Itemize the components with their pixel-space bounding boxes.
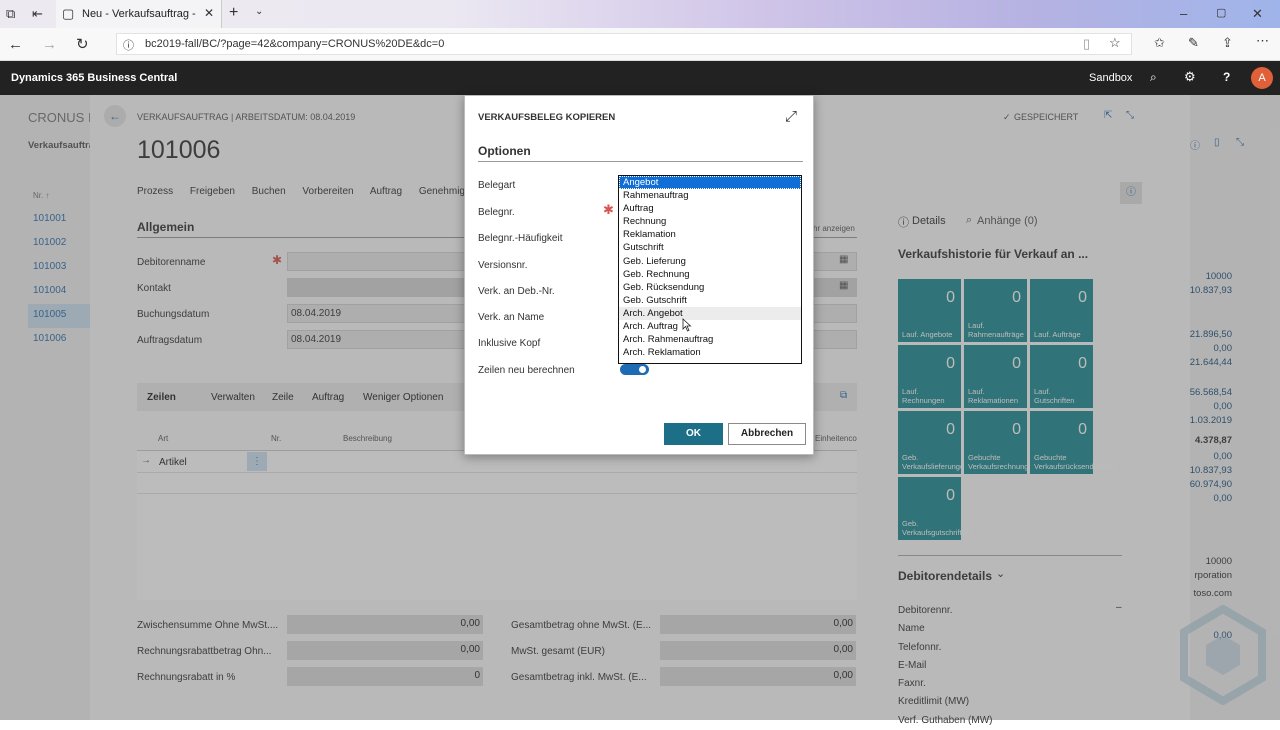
option-arch-auftrag[interactable]: Arch. Auftrag — [619, 320, 801, 333]
url-field[interactable]: ⓘ bc2019-fall/BC/?page=42&company=CRONUS… — [116, 33, 1132, 55]
minimize-icon[interactable]: – — [1180, 6, 1187, 21]
avatar[interactable]: A — [1251, 67, 1273, 89]
option-rechnung[interactable]: Rechnung — [619, 215, 801, 228]
close-window-icon[interactable]: ✕ — [1252, 6, 1263, 22]
mouse-cursor-icon — [682, 318, 692, 332]
search-icon[interactable]: ⌕ — [1150, 70, 1157, 85]
ok-button[interactable]: OK — [664, 423, 723, 445]
url-text: bc2019-fall/BC/?page=42&company=CRONUS%2… — [145, 38, 445, 50]
info-icon[interactable]: ⓘ — [123, 37, 134, 53]
belegart-dropdown-list[interactable]: Angebot Rahmenauftrag Auftrag Rechnung R… — [618, 175, 802, 364]
favorite-star-icon[interactable]: ☆ — [1109, 35, 1121, 51]
tab-list-chevron-icon[interactable]: ⌄ — [255, 6, 263, 17]
tab-actions-icon[interactable]: ⧉ — [6, 6, 15, 22]
label-verk-an-name: Verk. an Name — [478, 312, 545, 323]
maximize-icon[interactable]: ▢ — [1216, 6, 1226, 19]
page-icon: ▢ — [62, 6, 75, 21]
required-asterisk-icon: ✱ — [603, 202, 614, 217]
option-gutschrift[interactable]: Gutschrift — [619, 241, 801, 254]
option-arch-reklamation[interactable]: Arch. Reklamation — [619, 346, 801, 359]
bc-header: Dynamics 365 Business Central Sandbox ⌕ … — [0, 61, 1280, 95]
label-zeilen-neu-berechnen: Zeilen neu berechnen — [478, 365, 575, 376]
expand-dialog-icon[interactable]: ⤢ — [785, 108, 797, 125]
option-reklamation[interactable]: Reklamation — [619, 228, 801, 241]
toggle-knob — [639, 366, 646, 373]
back-icon[interactable]: ← — [8, 36, 23, 53]
pen-icon[interactable]: ✎ — [1188, 35, 1199, 51]
option-rahmenauftrag[interactable]: Rahmenauftrag — [619, 189, 801, 202]
browser-tab[interactable]: ▢ Neu - Verkaufsauftrag - ✕ — [56, 0, 222, 28]
option-geb-rechnung[interactable]: Geb. Rechnung — [619, 268, 801, 281]
new-tab-icon[interactable]: + — [229, 4, 238, 22]
option-angebot[interactable]: Angebot — [619, 176, 801, 190]
label-belegart: Belegart — [478, 180, 516, 191]
close-tab-icon[interactable]: ✕ — [204, 6, 214, 20]
gear-icon[interactable]: ⚙ — [1184, 69, 1196, 85]
forward-icon[interactable]: → — [42, 36, 57, 53]
favorites-icon[interactable]: ✩ — [1154, 35, 1165, 51]
label-inklusive-kopf: Inklusive Kopf — [478, 338, 541, 349]
option-geb-gutschrift[interactable]: Geb. Gutschrift — [619, 294, 801, 307]
dialog-title: VERKAUFSBELEG KOPIEREN — [478, 112, 616, 123]
tabs-aside-icon[interactable]: ⇤ — [32, 6, 43, 22]
label-versionsnr: Versionsnr. — [478, 260, 528, 271]
tab-title: Neu - Verkaufsauftrag - — [82, 8, 196, 20]
reading-view-icon[interactable]: ▯ — [1083, 36, 1090, 52]
section-optionen[interactable]: Optionen — [478, 144, 531, 158]
option-arch-rahmenauftrag[interactable]: Arch. Rahmenauftrag — [619, 333, 801, 346]
option-geb-ruecksendung[interactable]: Geb. Rücksendung — [619, 281, 801, 294]
label-belegnr: Belegnr. — [478, 207, 515, 218]
section-divider — [478, 161, 803, 162]
app-name: Dynamics 365 Business Central — [11, 72, 178, 84]
option-auftrag[interactable]: Auftrag — [619, 202, 801, 215]
cancel-button[interactable]: Abbrechen — [728, 423, 806, 445]
option-arch-angebot[interactable]: Arch. Angebot — [619, 306, 801, 321]
option-geb-lieferung[interactable]: Geb. Lieferung — [619, 255, 801, 268]
environment-label[interactable]: Sandbox — [1089, 72, 1132, 84]
refresh-icon[interactable]: ↻ — [76, 35, 89, 53]
label-verk-an-deb-nr: Verk. an Deb.-Nr. — [478, 286, 555, 297]
more-icon[interactable]: ⋯ — [1256, 33, 1269, 49]
recalc-lines-toggle[interactable] — [620, 364, 649, 375]
share-icon[interactable]: ⇪ — [1222, 35, 1233, 51]
help-icon[interactable]: ? — [1223, 70, 1230, 84]
label-belegnr-haeufigkeit: Belegnr.-Häufigkeit — [478, 233, 563, 244]
browser-tab-bar: ⧉ ⇤ ▢ Neu - Verkaufsauftrag - ✕ + ⌄ – ▢ … — [0, 0, 1280, 28]
